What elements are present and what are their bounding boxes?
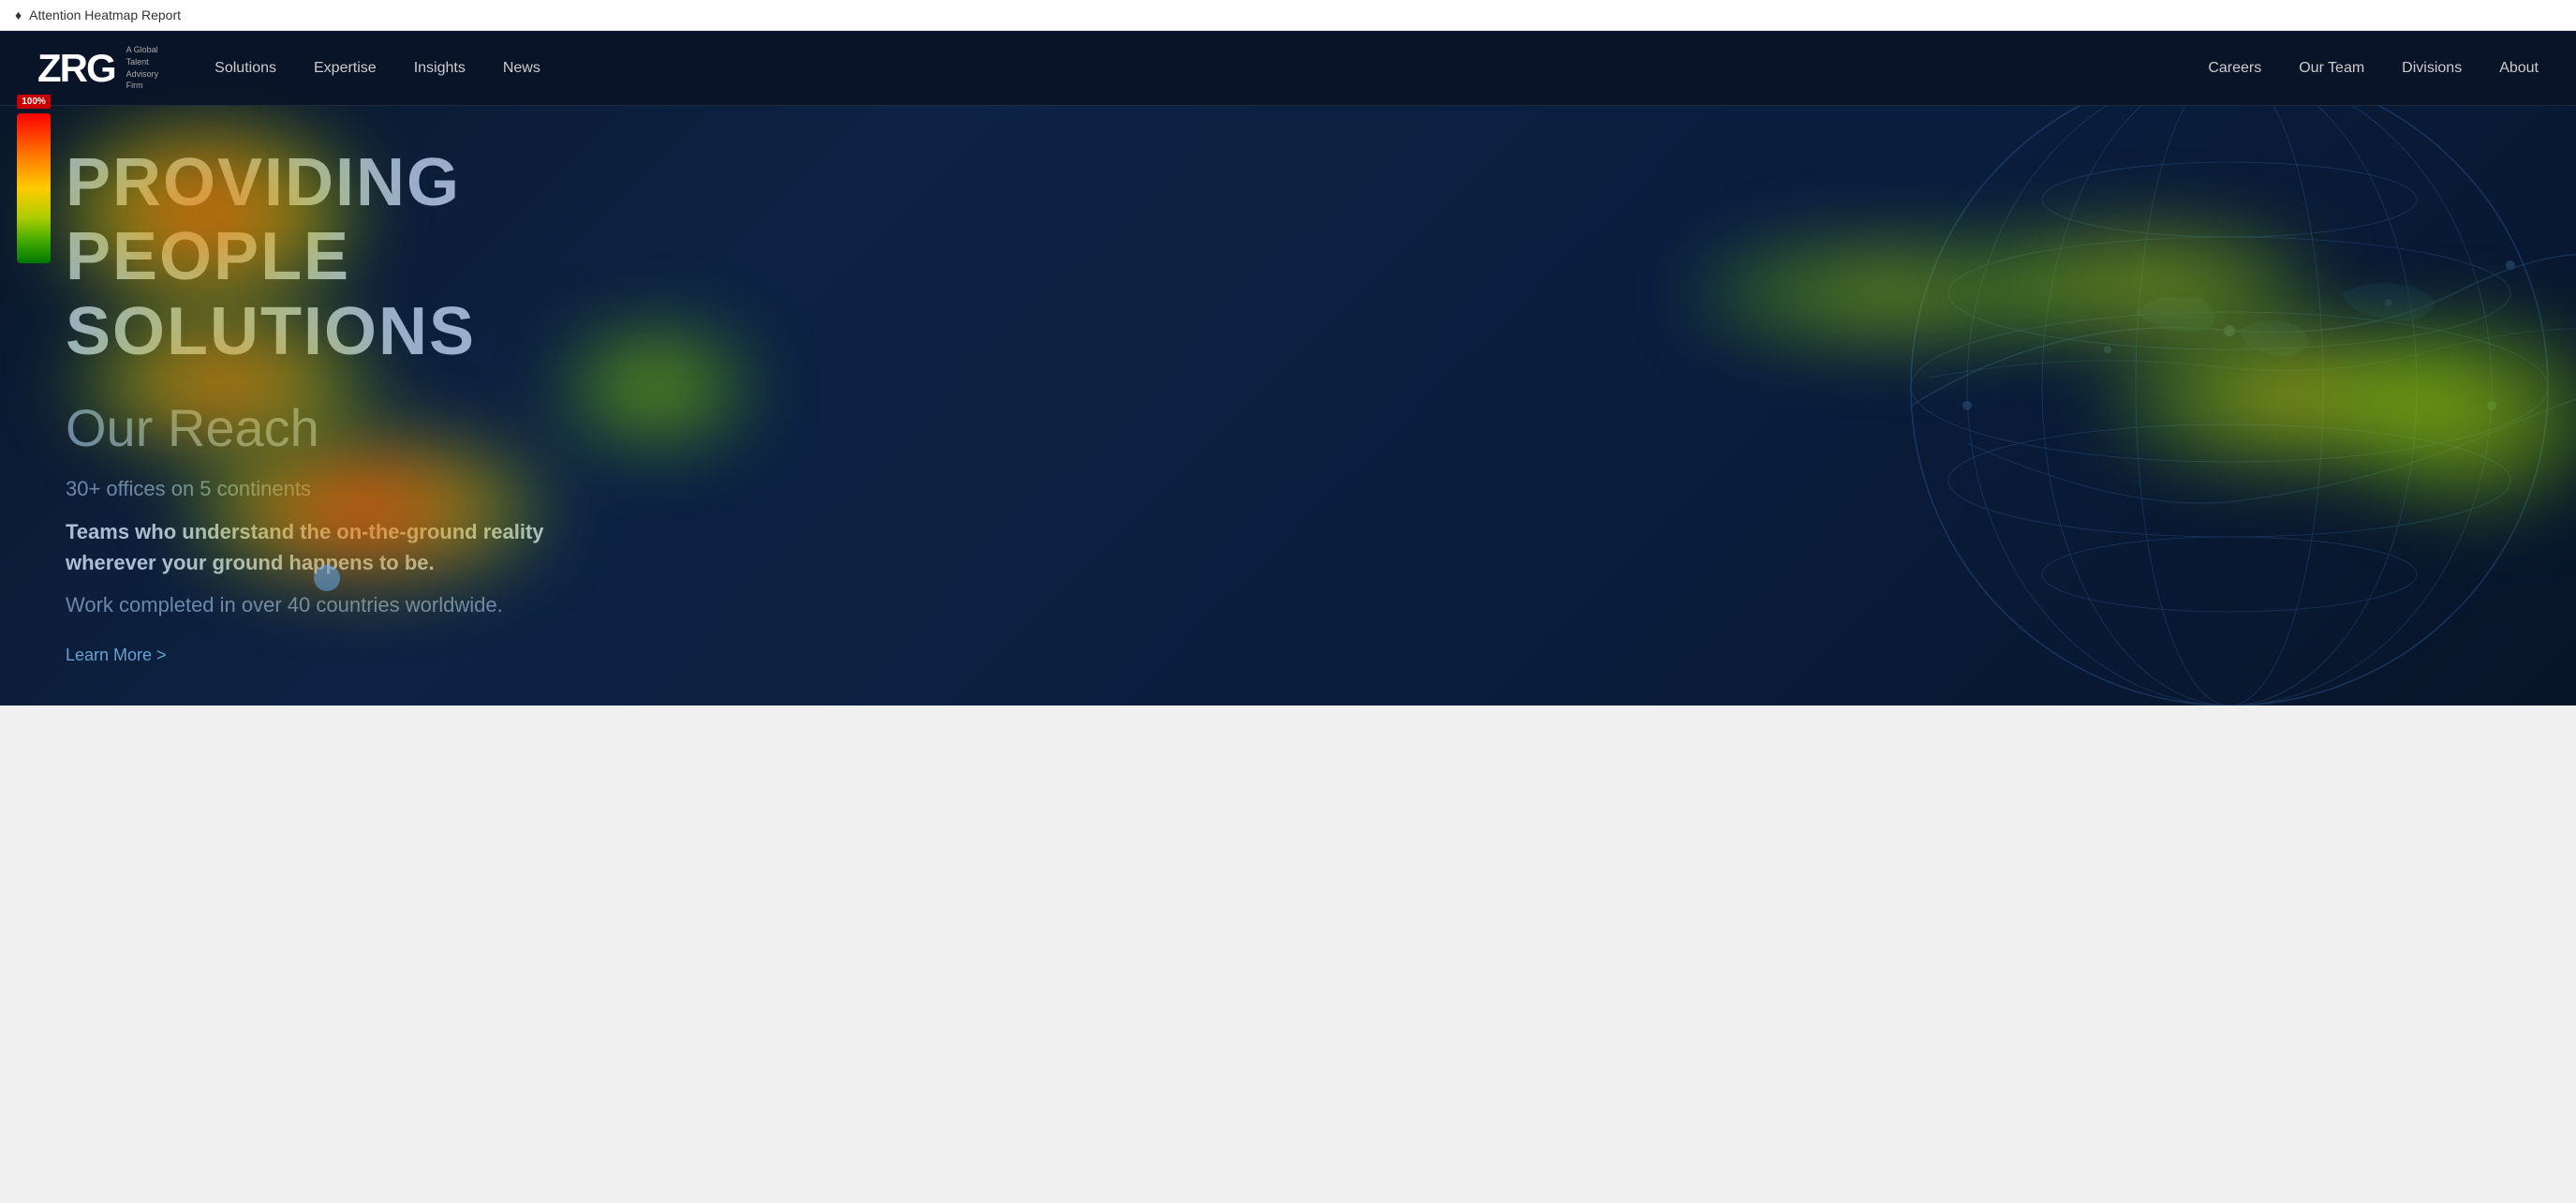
- heat-scale-bar: [17, 113, 51, 263]
- nav-item-divisions[interactable]: Divisions: [2402, 60, 2462, 77]
- navbar: ZRG A GlobalTalentAdvisoryFirm Solutions…: [0, 31, 2576, 106]
- content-area: PROVIDING PEOPLE SOLUTIONS Our Reach 30+…: [0, 106, 2576, 705]
- hero-title: PROVIDING PEOPLE SOLUTIONS: [66, 146, 2510, 369]
- main-container: ZRG A GlobalTalentAdvisoryFirm Solutions…: [0, 31, 2576, 705]
- nav-item-news[interactable]: News: [503, 60, 540, 77]
- heat-scale: 100%: [17, 113, 51, 263]
- nav-item-about[interactable]: About: [2499, 60, 2539, 77]
- section-label: Our Reach: [66, 397, 2510, 458]
- nav-right: Careers Our Team Divisions About: [2208, 60, 2539, 77]
- work-countries: Work completed in over 40 countries worl…: [66, 593, 2510, 617]
- dot-accent: [314, 565, 340, 591]
- hero-title-line3: SOLUTIONS: [66, 295, 2510, 369]
- nav-item-solutions[interactable]: Solutions: [215, 60, 276, 77]
- nav-item-careers[interactable]: Careers: [2208, 60, 2261, 77]
- hero-title-line2: PEOPLE: [66, 220, 2510, 294]
- logo-text: ZRG: [37, 49, 115, 88]
- stat-offices: 30+ offices on 5 continents: [66, 477, 2510, 501]
- nav-item-expertise[interactable]: Expertise: [314, 60, 377, 77]
- browser-title: Attention Heatmap Report: [29, 7, 181, 22]
- desc-teams: Teams who understand the on-the-ground r…: [66, 516, 609, 578]
- heat-scale-label: 100%: [17, 95, 51, 109]
- website-area: ZRG A GlobalTalentAdvisoryFirm Solutions…: [0, 31, 2576, 705]
- nav-item-insights[interactable]: Insights: [414, 60, 466, 77]
- nav-item-our-team[interactable]: Our Team: [2299, 60, 2364, 77]
- nav-left: Solutions Expertise Insights News: [215, 60, 2208, 77]
- hero-title-line1: PROVIDING: [66, 146, 2510, 220]
- logo-area: ZRG A GlobalTalentAdvisoryFirm: [37, 44, 158, 91]
- learn-more-link[interactable]: Learn More >: [66, 646, 2510, 665]
- logo-tagline: A GlobalTalentAdvisoryFirm: [126, 44, 159, 91]
- browser-bar: ♦ Attention Heatmap Report: [0, 0, 2576, 31]
- browser-icon: ♦: [15, 7, 22, 22]
